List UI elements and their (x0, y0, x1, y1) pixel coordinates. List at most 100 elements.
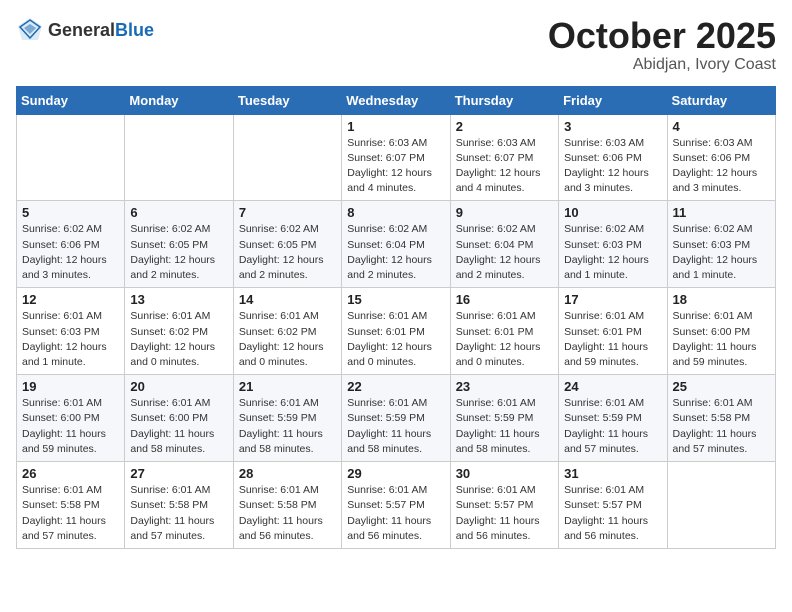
day-number: 24 (564, 379, 661, 394)
day-info: Sunrise: 6:01 AM Sunset: 5:57 PM Dayligh… (564, 483, 661, 544)
day-info: Sunrise: 6:01 AM Sunset: 6:00 PM Dayligh… (22, 396, 119, 457)
day-info: Sunrise: 6:01 AM Sunset: 6:02 PM Dayligh… (239, 309, 336, 370)
calendar-cell: 12 Sunrise: 6:01 AM Sunset: 6:03 PM Dayli… (17, 288, 125, 375)
calendar-cell: 20 Sunrise: 6:01 AM Sunset: 6:00 PM Dayli… (125, 375, 233, 462)
day-number: 11 (673, 205, 770, 220)
calendar-cell: 13 Sunrise: 6:01 AM Sunset: 6:02 PM Dayli… (125, 288, 233, 375)
day-info: Sunrise: 6:02 AM Sunset: 6:04 PM Dayligh… (456, 222, 553, 283)
calendar-week-row: 26 Sunrise: 6:01 AM Sunset: 5:58 PM Dayli… (17, 462, 776, 549)
calendar-cell: 17Sunrise: 6:01 AM Sunset: 6:01 PM Dayli… (559, 288, 667, 375)
calendar-cell: 19Sunrise: 6:01 AM Sunset: 6:00 PM Dayli… (17, 375, 125, 462)
calendar-table: SundayMondayTuesdayWednesdayThursdayFrid… (16, 86, 776, 549)
day-info: Sunrise: 6:01 AM Sunset: 6:02 PM Dayligh… (130, 309, 227, 370)
calendar-cell (667, 462, 775, 549)
weekday-header: Tuesday (233, 86, 341, 114)
day-number: 12 (22, 292, 119, 307)
calendar-cell (125, 114, 233, 201)
day-number: 26 (22, 466, 119, 481)
day-number: 10 (564, 205, 661, 220)
weekday-header: Friday (559, 86, 667, 114)
day-number: 1 (347, 119, 444, 134)
calendar-cell: 2 Sunrise: 6:03 AM Sunset: 6:07 PM Daylig… (450, 114, 558, 201)
day-info: Sunrise: 6:02 AM Sunset: 6:05 PM Dayligh… (239, 222, 336, 283)
day-number: 14 (239, 292, 336, 307)
calendar-cell: 1 Sunrise: 6:03 AM Sunset: 6:07 PM Daylig… (342, 114, 450, 201)
day-number: 21 (239, 379, 336, 394)
day-number: 15 (347, 292, 444, 307)
calendar-cell: 25 Sunrise: 6:01 AM Sunset: 5:58 PM Dayli… (667, 375, 775, 462)
month-title: October 2025 (548, 16, 776, 56)
weekday-header: Saturday (667, 86, 775, 114)
day-number: 27 (130, 466, 227, 481)
day-number: 3 (564, 119, 661, 134)
calendar-cell: 29 Sunrise: 6:01 AM Sunset: 5:57 PM Dayli… (342, 462, 450, 549)
day-info: Sunrise: 6:01 AM Sunset: 5:58 PM Dayligh… (130, 483, 227, 544)
day-number: 7 (239, 205, 336, 220)
day-number: 23 (456, 379, 553, 394)
day-info: Sunrise: 6:03 AM Sunset: 6:06 PM Dayligh… (673, 136, 770, 197)
calendar-cell: 27 Sunrise: 6:01 AM Sunset: 5:58 PM Dayli… (125, 462, 233, 549)
day-info: Sunrise: 6:02 AM Sunset: 6:04 PM Dayligh… (347, 222, 444, 283)
calendar-cell: 21 Sunrise: 6:01 AM Sunset: 5:59 PM Dayli… (233, 375, 341, 462)
day-info: Sunrise: 6:03 AM Sunset: 6:07 PM Dayligh… (456, 136, 553, 197)
day-info: Sunrise: 6:02 AM Sunset: 6:03 PM Dayligh… (564, 222, 661, 283)
day-number: 22 (347, 379, 444, 394)
day-number: 5 (22, 205, 119, 220)
calendar-cell: 10 Sunrise: 6:02 AM Sunset: 6:03 PM Dayli… (559, 201, 667, 288)
day-info: Sunrise: 6:03 AM Sunset: 6:07 PM Dayligh… (347, 136, 444, 197)
day-info: Sunrise: 6:01 AM Sunset: 6:00 PM Dayligh… (673, 309, 770, 370)
day-info: Sunrise: 6:01 AM Sunset: 6:03 PM Dayligh… (22, 309, 119, 370)
day-info: Sunrise: 6:02 AM Sunset: 6:03 PM Dayligh… (673, 222, 770, 283)
weekday-header: Monday (125, 86, 233, 114)
day-info: Sunrise: 6:01 AM Sunset: 5:58 PM Dayligh… (22, 483, 119, 544)
day-number: 25 (673, 379, 770, 394)
calendar-cell: 11 Sunrise: 6:02 AM Sunset: 6:03 PM Dayli… (667, 201, 775, 288)
calendar-week-row: 5Sunrise: 6:02 AM Sunset: 6:06 PM Daylig… (17, 201, 776, 288)
day-number: 20 (130, 379, 227, 394)
day-number: 29 (347, 466, 444, 481)
day-info: Sunrise: 6:01 AM Sunset: 5:59 PM Dayligh… (347, 396, 444, 457)
day-info: Sunrise: 6:01 AM Sunset: 5:59 PM Dayligh… (239, 396, 336, 457)
day-number: 30 (456, 466, 553, 481)
calendar-cell: 8 Sunrise: 6:02 AM Sunset: 6:04 PM Daylig… (342, 201, 450, 288)
calendar-cell: 30Sunrise: 6:01 AM Sunset: 5:57 PM Dayli… (450, 462, 558, 549)
calendar-cell: 3 Sunrise: 6:03 AM Sunset: 6:06 PM Daylig… (559, 114, 667, 201)
day-number: 2 (456, 119, 553, 134)
day-number: 13 (130, 292, 227, 307)
day-info: Sunrise: 6:02 AM Sunset: 6:05 PM Dayligh… (130, 222, 227, 283)
calendar-cell: 14 Sunrise: 6:01 AM Sunset: 6:02 PM Dayli… (233, 288, 341, 375)
weekday-header-row: SundayMondayTuesdayWednesdayThursdayFrid… (17, 86, 776, 114)
page-header: GeneralBlue October 2025 Abidjan, Ivory … (16, 16, 776, 74)
day-info: Sunrise: 6:01 AM Sunset: 5:58 PM Dayligh… (673, 396, 770, 457)
day-number: 9 (456, 205, 553, 220)
calendar-cell: 26 Sunrise: 6:01 AM Sunset: 5:58 PM Dayli… (17, 462, 125, 549)
calendar-cell: 16 Sunrise: 6:01 AM Sunset: 6:01 PM Dayli… (450, 288, 558, 375)
calendar-cell (233, 114, 341, 201)
title-block: October 2025 Abidjan, Ivory Coast (548, 16, 776, 74)
calendar-week-row: 12 Sunrise: 6:01 AM Sunset: 6:03 PM Dayli… (17, 288, 776, 375)
day-info: Sunrise: 6:03 AM Sunset: 6:06 PM Dayligh… (564, 136, 661, 197)
day-info: Sunrise: 6:01 AM Sunset: 6:01 PM Dayligh… (347, 309, 444, 370)
calendar-cell (17, 114, 125, 201)
day-number: 16 (456, 292, 553, 307)
calendar-cell: 28Sunrise: 6:01 AM Sunset: 5:58 PM Dayli… (233, 462, 341, 549)
day-number: 8 (347, 205, 444, 220)
calendar-week-row: 1 Sunrise: 6:03 AM Sunset: 6:07 PM Daylig… (17, 114, 776, 201)
day-info: Sunrise: 6:01 AM Sunset: 6:00 PM Dayligh… (130, 396, 227, 457)
logo-icon (16, 16, 44, 44)
day-info: Sunrise: 6:01 AM Sunset: 5:59 PM Dayligh… (564, 396, 661, 457)
calendar-cell: 24 Sunrise: 6:01 AM Sunset: 5:59 PM Dayli… (559, 375, 667, 462)
calendar-cell: 15 Sunrise: 6:01 AM Sunset: 6:01 PM Dayli… (342, 288, 450, 375)
calendar-cell: 6Sunrise: 6:02 AM Sunset: 6:05 PM Daylig… (125, 201, 233, 288)
day-info: Sunrise: 6:01 AM Sunset: 5:59 PM Dayligh… (456, 396, 553, 457)
calendar-cell: 5Sunrise: 6:02 AM Sunset: 6:06 PM Daylig… (17, 201, 125, 288)
day-info: Sunrise: 6:01 AM Sunset: 5:57 PM Dayligh… (347, 483, 444, 544)
day-number: 28 (239, 466, 336, 481)
logo-general: General (48, 20, 115, 40)
day-info: Sunrise: 6:01 AM Sunset: 6:01 PM Dayligh… (456, 309, 553, 370)
weekday-header: Thursday (450, 86, 558, 114)
calendar-cell: 9 Sunrise: 6:02 AM Sunset: 6:04 PM Daylig… (450, 201, 558, 288)
day-number: 18 (673, 292, 770, 307)
day-number: 4 (673, 119, 770, 134)
location-subtitle: Abidjan, Ivory Coast (548, 56, 776, 74)
